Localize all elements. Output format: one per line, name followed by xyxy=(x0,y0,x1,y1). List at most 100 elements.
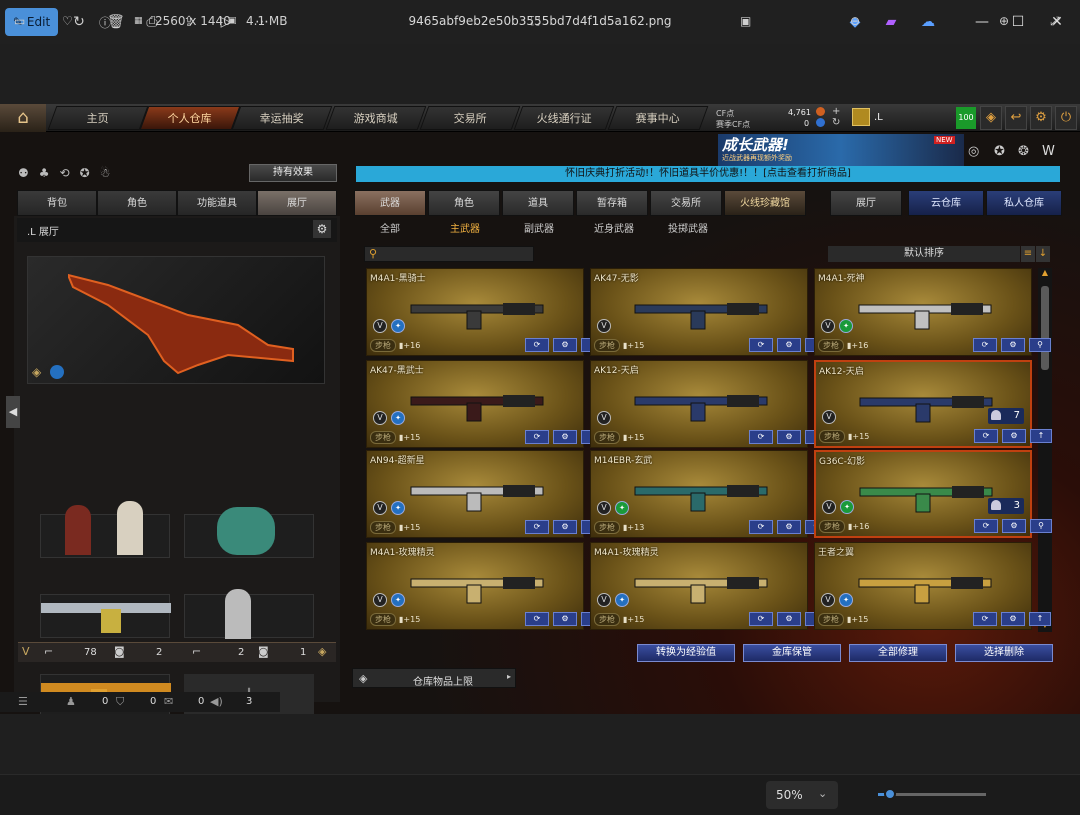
nav-tab-events[interactable]: 赛事中心 xyxy=(607,106,709,130)
nav-tab-home[interactable]: 主页 xyxy=(47,106,149,130)
right-tab-temp[interactable]: 暂存箱 xyxy=(576,190,648,216)
subtab-melee[interactable]: 近身武器 xyxy=(594,220,634,238)
right-tab-hall[interactable]: 展厅 xyxy=(830,190,902,216)
subtab-all[interactable]: 全部 xyxy=(380,220,400,238)
scroll-up-icon[interactable]: ▲ xyxy=(1038,268,1052,280)
edit-button[interactable]: ✎ Edit xyxy=(5,8,58,36)
maximize-icon[interactable]: ☐ xyxy=(1008,12,1028,32)
home-icon[interactable]: ⌂ xyxy=(0,104,46,132)
nav-tab-shop[interactable]: 游戏商城 xyxy=(325,106,427,130)
scroll-thumb[interactable] xyxy=(1041,286,1049,370)
right-tab-items[interactable]: 道具 xyxy=(502,190,574,216)
subtab-secondary[interactable]: 副武器 xyxy=(524,220,554,238)
list-icon[interactable]: ☰ xyxy=(18,695,28,708)
weapon-card[interactable]: AK47-黑武士V✦步枪▮+15⟳⚙↑ xyxy=(366,360,603,448)
equip-button[interactable]: ⟳ xyxy=(749,338,773,352)
rotate-icon[interactable]: ↻ xyxy=(71,14,87,30)
search-input[interactable]: ⚲ xyxy=(364,246,534,262)
left-tab-hall[interactable]: 展厅 xyxy=(257,190,337,216)
settings-icon[interactable]: ⚙ xyxy=(1030,106,1052,130)
zoom-slider-thumb[interactable] xyxy=(884,788,896,800)
zoom-out-icon[interactable]: ⊖ xyxy=(850,14,860,28)
equip-button[interactable]: ⟳ xyxy=(749,430,773,444)
weapon-card[interactable]: 王者之翼 V ✦ 步枪 ▮+15 ⟳ ⚙ ↑ xyxy=(814,542,1051,630)
zoom-select[interactable]: 50% ⌄ xyxy=(766,781,838,809)
settings-button[interactable]: ⚙ xyxy=(553,430,577,444)
scrollbar[interactable]: ▲ ▼ xyxy=(1038,268,1052,632)
app-icon-2[interactable]: ▰ xyxy=(881,12,901,32)
weapon-card[interactable]: M4A1-玫瑰精灵V✦步枪▮+15⟳⚙↑ xyxy=(366,542,603,630)
showcase-slot-3[interactable] xyxy=(40,594,171,638)
emblem-icon-2[interactable]: ✪ xyxy=(994,144,1012,162)
settings-button[interactable]: ⚙ xyxy=(1001,338,1025,352)
emblem-icon-4[interactable]: W xyxy=(1042,144,1060,162)
shield-icon[interactable]: ◈ xyxy=(980,106,1002,130)
nav-tab-pass[interactable]: 火线通行证 xyxy=(513,106,615,130)
settings-button[interactable]: ⚙ xyxy=(777,612,801,626)
hall-settings-icon[interactable]: ⚙ xyxy=(313,220,331,238)
settings-button[interactable]: ⚙ xyxy=(777,520,801,534)
weapon-card[interactable]: AK12-天启V步枪▮+15⟳⚙↑ xyxy=(590,360,827,448)
notice-bar[interactable]: 怀旧庆典打折活动!！怀旧道具半价优惠!！！[点击查看打折商品] xyxy=(356,166,1060,182)
right-tab-cloud[interactable]: 云仓库 xyxy=(908,190,984,216)
settings-button[interactable]: ⚙ xyxy=(1002,429,1026,443)
weapon-card[interactable]: M4A1-黑骑士V✦步枪▮+16⟳⚙↑ xyxy=(366,268,603,356)
right-tab-private[interactable]: 私人仓库 xyxy=(986,190,1062,216)
settings-button[interactable]: ⚙ xyxy=(553,612,577,626)
weapon-card[interactable]: M4A1-死神 V ✦ 步枪 ▮+16 ⟳ ⚙ ⚲ xyxy=(814,268,1051,356)
add-cf-icon[interactable]: + xyxy=(832,106,840,117)
fit-icon[interactable]: ▣ xyxy=(740,14,751,28)
showcase-slot-2[interactable] xyxy=(184,507,314,558)
cloud-off-icon[interactable]: ☁ xyxy=(918,12,938,32)
sort-arrow-icon[interactable]: ↓ xyxy=(1036,246,1050,262)
sort-dropdown[interactable]: 默认排序 xyxy=(828,246,1020,262)
settings-button[interactable]: ⚙ xyxy=(553,520,577,534)
nav-tab-lucky[interactable]: 幸运抽奖 xyxy=(231,106,333,130)
settings-button[interactable]: ⚙ xyxy=(553,338,577,352)
right-tab-exchange[interactable]: 交易所 xyxy=(650,190,722,216)
exit-icon[interactable]: ⏻ xyxy=(1055,106,1077,130)
zoom-in-icon[interactable]: ⊕ xyxy=(999,14,1009,28)
info-icon[interactable]: ⓘ xyxy=(99,14,111,31)
list-view-icon[interactable]: ≡ xyxy=(1021,246,1035,262)
weapon-card[interactable]: M14EBR-玄武V✦步枪▮+13⟳⚙⚲ xyxy=(590,450,827,538)
select-delete-button[interactable]: 选择删除 xyxy=(955,644,1053,662)
effect-button[interactable]: 持有效果 xyxy=(249,164,337,182)
crop-icon[interactable]: ⛶ xyxy=(531,14,539,29)
equip-button[interactable]: ⟳ xyxy=(749,612,773,626)
equip-button[interactable]: ⟳ xyxy=(973,338,997,352)
minimize-icon[interactable]: — xyxy=(972,12,992,32)
equip-button[interactable]: ⟳ xyxy=(974,429,998,443)
weapon-card[interactable]: M4A1-玫瑰精灵V✦步枪▮+15⟳⚙↑ xyxy=(590,542,827,630)
right-tab-roles[interactable]: 角色 xyxy=(428,190,500,216)
search-button[interactable]: ⚲ xyxy=(1030,519,1052,533)
equip-button[interactable]: ⟳ xyxy=(973,612,997,626)
collapse-arrow-icon[interactable]: ◀ xyxy=(6,396,20,428)
repair-all-button[interactable]: 全部修理 xyxy=(849,644,947,662)
equip-button[interactable]: ⟳ xyxy=(525,338,549,352)
left-tab-bag[interactable]: 背包 xyxy=(17,190,97,216)
right-tab-weapons[interactable]: 武器 xyxy=(354,190,426,216)
emblem-icon-3[interactable]: ❂ xyxy=(1018,144,1036,162)
equip-button[interactable]: ⟳ xyxy=(749,520,773,534)
settings-button[interactable]: ⚙ xyxy=(777,338,801,352)
showcase-slot-4[interactable] xyxy=(184,589,314,639)
right-tab-collection[interactable]: 火线珍藏馆 xyxy=(724,190,806,216)
vault-button[interactable]: 金库保管 xyxy=(743,644,841,662)
left-tab-tools[interactable]: 功能道具 xyxy=(177,190,257,216)
equip-button[interactable]: ⟳ xyxy=(525,612,549,626)
subtab-primary[interactable]: 主武器 xyxy=(450,220,480,238)
search-button[interactable]: ⚲ xyxy=(1029,338,1051,352)
upgrade-button[interactable]: ↑ xyxy=(1029,612,1051,626)
equip-button[interactable]: ⟳ xyxy=(974,519,998,533)
volume-icon[interactable]: ◀) xyxy=(210,695,223,708)
return-icon[interactable]: ↩ xyxy=(1005,106,1027,130)
refresh-icon[interactable]: ↻ xyxy=(832,117,840,128)
showcase-main[interactable]: ◈ xyxy=(27,256,325,384)
promo-banner[interactable]: 成长武器! 近战武器再现额外奖励 NEW xyxy=(718,134,964,166)
chat-icon[interactable]: ✉ xyxy=(164,695,173,708)
filmstrip-icon[interactable]: ▭ xyxy=(14,14,25,28)
settings-button[interactable]: ⚙ xyxy=(777,430,801,444)
convert-exp-button[interactable]: 转换为经验值 xyxy=(637,644,735,662)
settings-button[interactable]: ⚙ xyxy=(1002,519,1026,533)
